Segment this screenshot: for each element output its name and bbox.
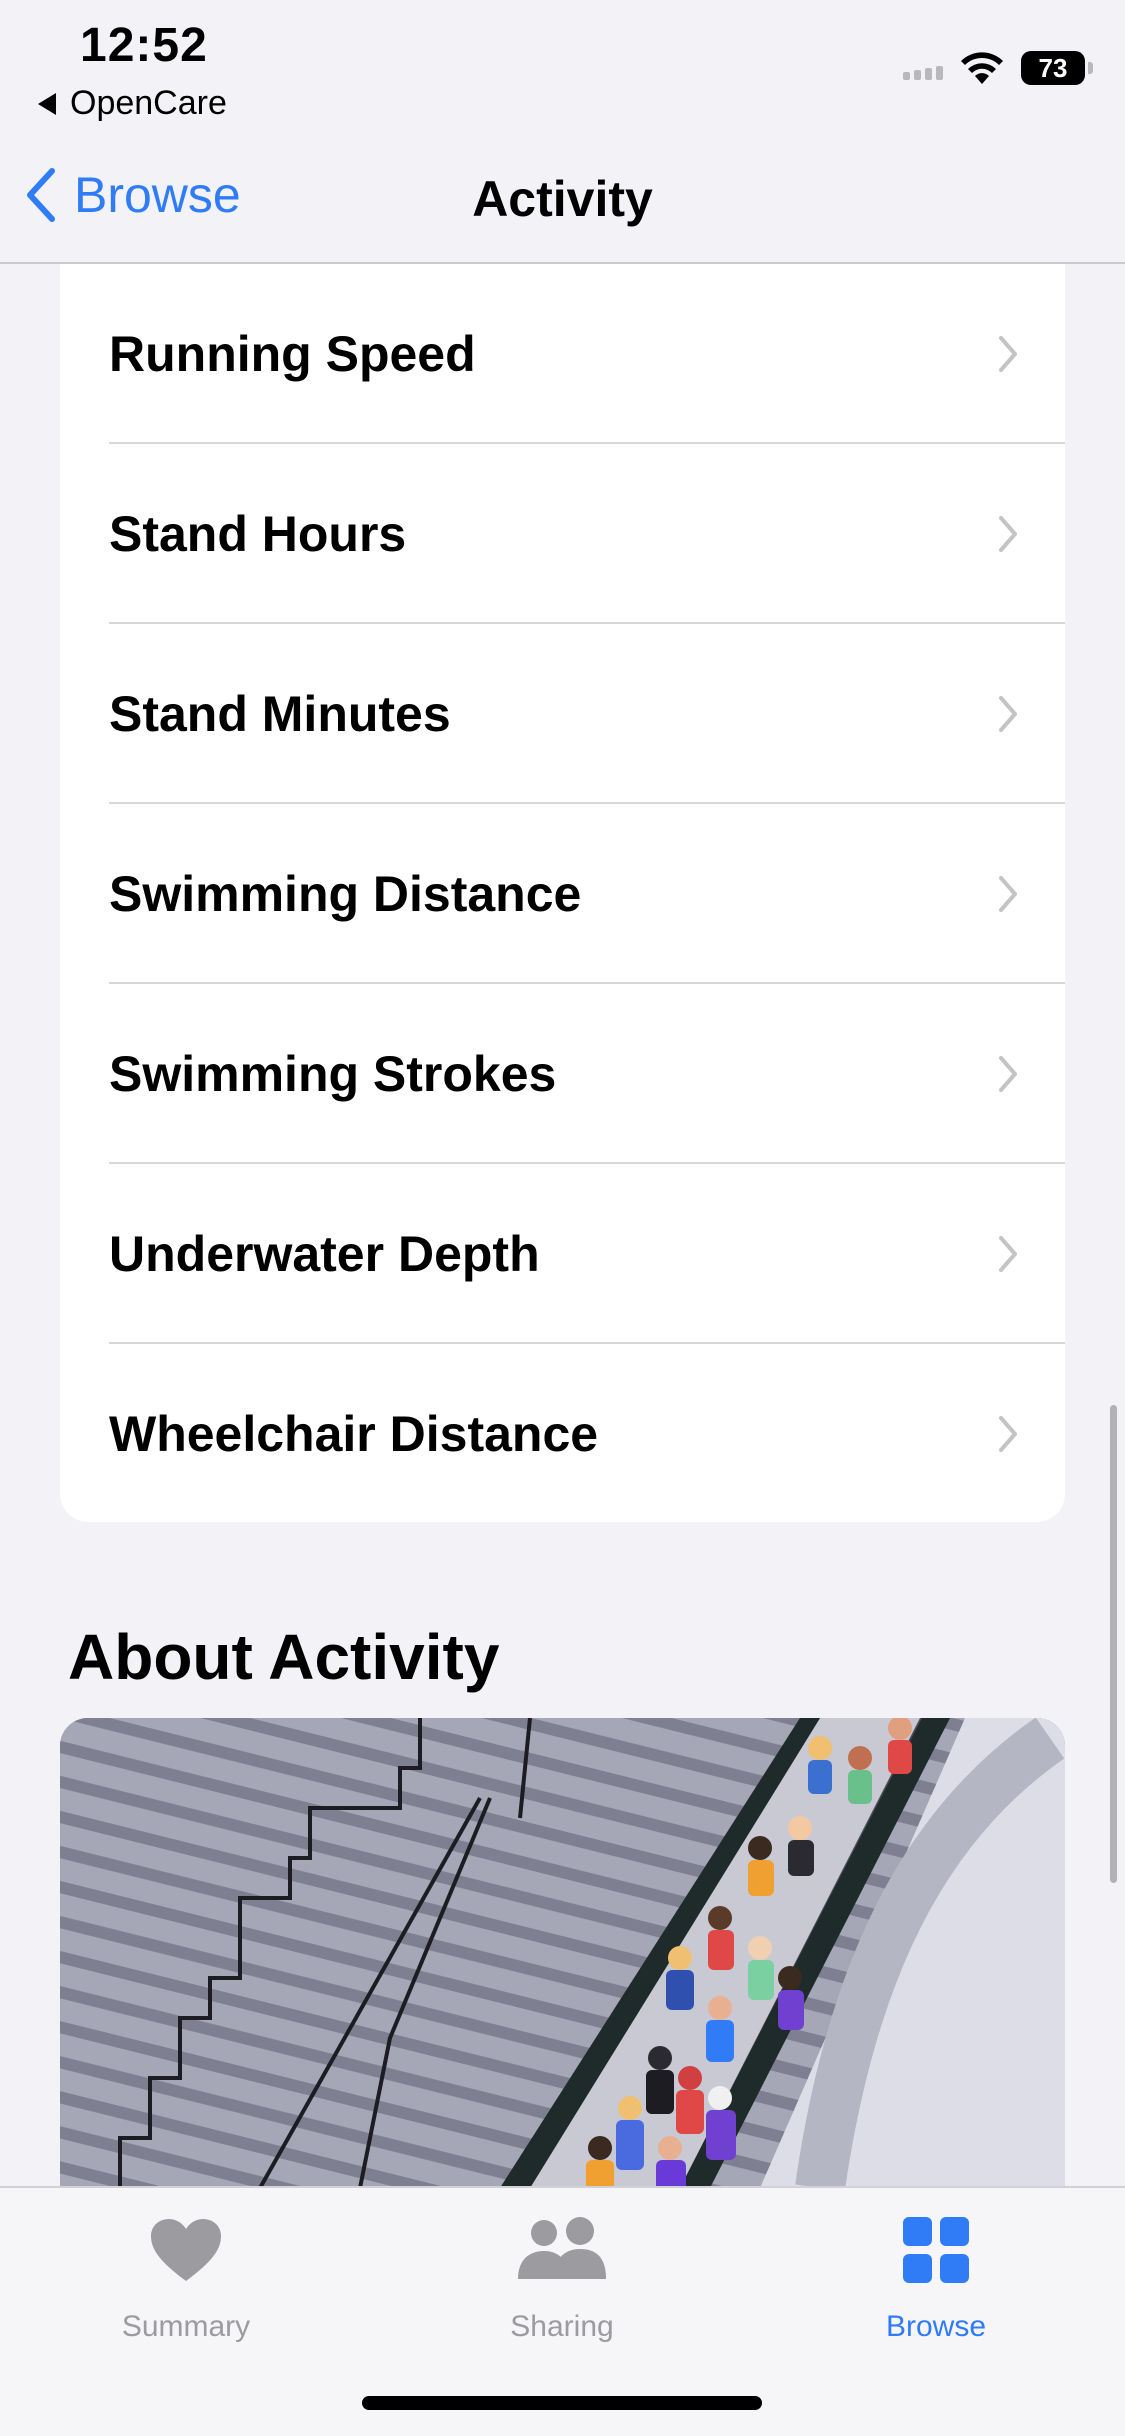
grid-icon [903, 2217, 969, 2283]
chevron-right-icon [999, 876, 1017, 912]
status-time: 12:52 [80, 19, 208, 72]
heart-icon [151, 2219, 221, 2281]
chevron-right-icon [999, 696, 1017, 732]
list-item-label: Wheelchair Distance [109, 1406, 599, 1462]
list-item-label: Stand Minutes [109, 686, 451, 742]
about-section-title: About Activity [68, 1621, 500, 1693]
back-triangle-icon [38, 92, 56, 115]
status-indicators: 73 [903, 50, 1093, 86]
activity-metrics-list: Running Speed Stand Hours Stand Minutes … [60, 264, 1065, 1522]
page-title: Activity [472, 171, 653, 227]
list-item-label: Swimming Strokes [109, 1046, 557, 1102]
tab-browse[interactable]: Browse [786, 2212, 1086, 2344]
chevron-right-icon [999, 1236, 1017, 1272]
list-item-stand-hours[interactable]: Stand Hours [60, 444, 1065, 624]
list-item-swimming-distance[interactable]: Swimming Distance [60, 804, 1065, 984]
escalator-crowd-illustration [60, 1718, 1065, 2188]
list-item-stand-minutes[interactable]: Stand Minutes [60, 624, 1065, 804]
tab-label: Sharing [510, 2310, 614, 2343]
navigation-bar: Browse Activity [0, 130, 1125, 264]
list-item-label: Swimming Distance [109, 866, 582, 922]
list-item-label: Stand Hours [109, 506, 407, 562]
home-indicator[interactable] [362, 2396, 762, 2410]
scroll-indicator[interactable] [1110, 1405, 1117, 1883]
chevron-right-icon [999, 336, 1017, 372]
back-app-label: OpenCare [70, 84, 227, 122]
list-item-label: Underwater Depth [109, 1226, 540, 1282]
back-to-app-link[interactable]: OpenCare [38, 84, 227, 123]
about-activity-illustration [60, 1718, 1065, 2188]
chevron-right-icon [999, 1056, 1017, 1092]
status-bar: 12:52 OpenCare 73 [0, 0, 1125, 130]
chevron-right-icon [999, 1416, 1017, 1452]
list-item-label: Running Speed [109, 326, 476, 382]
list-item-running-speed[interactable]: Running Speed [60, 264, 1065, 444]
list-item-swimming-strokes[interactable]: Swimming Strokes [60, 984, 1065, 1164]
tab-label: Browse [885, 2310, 987, 2343]
wifi-icon [961, 52, 1003, 84]
list-item-wheelchair-distance[interactable]: Wheelchair Distance [60, 1344, 1065, 1522]
tab-sharing[interactable]: Sharing [412, 2212, 712, 2344]
chevron-right-icon [999, 516, 1017, 552]
cellular-signal-icon [903, 56, 943, 80]
tab-label: Summary [121, 2310, 251, 2343]
people-icon [518, 2217, 606, 2279]
list-item-underwater-depth[interactable]: Underwater Depth [60, 1164, 1065, 1344]
battery-level: 73 [1038, 52, 1068, 83]
battery-icon: 73 [1021, 51, 1093, 85]
tab-summary[interactable]: Summary [36, 2212, 336, 2344]
